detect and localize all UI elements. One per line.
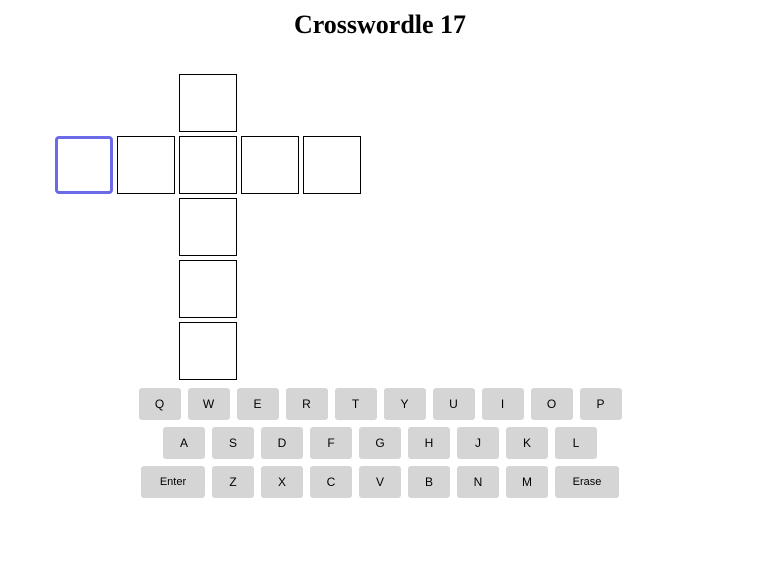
grid-cell-h3[interactable] <box>241 136 299 194</box>
enter-key[interactable]: Enter <box>141 466 205 498</box>
key-o[interactable]: O <box>531 388 573 420</box>
key-f[interactable]: F <box>310 427 352 459</box>
grid-cell-h4[interactable] <box>303 136 361 194</box>
grid-cell-h0[interactable] <box>55 136 113 194</box>
key-s[interactable]: S <box>212 427 254 459</box>
key-v[interactable]: V <box>359 466 401 498</box>
key-z[interactable]: Z <box>212 466 254 498</box>
key-w[interactable]: W <box>188 388 230 420</box>
grid-cell-h2[interactable] <box>179 136 237 194</box>
key-y[interactable]: Y <box>384 388 426 420</box>
key-p[interactable]: P <box>580 388 622 420</box>
key-k[interactable]: K <box>506 427 548 459</box>
key-g[interactable]: G <box>359 427 401 459</box>
key-h[interactable]: H <box>408 427 450 459</box>
key-c[interactable]: C <box>310 466 352 498</box>
key-d[interactable]: D <box>261 427 303 459</box>
keyboard-row-1: ASDFGHJKL <box>120 427 640 459</box>
key-m[interactable]: M <box>506 466 548 498</box>
key-q[interactable]: Q <box>139 388 181 420</box>
key-b[interactable]: B <box>408 466 450 498</box>
erase-key[interactable]: Erase <box>555 466 619 498</box>
key-x[interactable]: X <box>261 466 303 498</box>
grid-cell-v4[interactable] <box>179 322 237 380</box>
grid-cell-v3[interactable] <box>179 260 237 318</box>
key-t[interactable]: T <box>335 388 377 420</box>
keyboard-row-0: QWERTYUIOP <box>120 388 640 420</box>
virtual-keyboard: QWERTYUIOP ASDFGHJKL EnterZXCVBNMErase <box>120 388 640 498</box>
grid-cell-v2[interactable] <box>179 198 237 256</box>
key-j[interactable]: J <box>457 427 499 459</box>
key-n[interactable]: N <box>457 466 499 498</box>
page-title: Crosswordle 17 <box>0 10 760 40</box>
keyboard-row-2: EnterZXCVBNMErase <box>120 466 640 498</box>
key-l[interactable]: L <box>555 427 597 459</box>
key-a[interactable]: A <box>163 427 205 459</box>
grid-cell-h1[interactable] <box>117 136 175 194</box>
crossword-grid <box>0 58 760 388</box>
key-r[interactable]: R <box>286 388 328 420</box>
key-u[interactable]: U <box>433 388 475 420</box>
key-e[interactable]: E <box>237 388 279 420</box>
key-i[interactable]: I <box>482 388 524 420</box>
grid-cell-v0[interactable] <box>179 74 237 132</box>
